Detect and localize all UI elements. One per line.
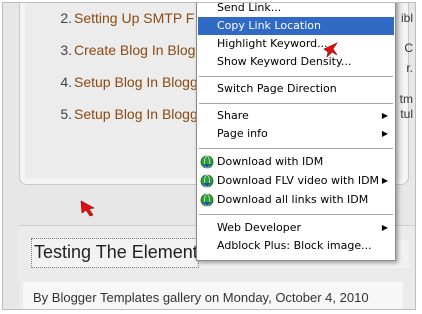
- submenu-arrow-icon: ▶: [381, 111, 388, 120]
- menu-item-label: Copy Link Location: [217, 19, 321, 32]
- idm-download-icon: [200, 155, 214, 169]
- submenu-arrow-icon: ▶: [381, 223, 388, 232]
- menu-item-download-all-links-idm[interactable]: Download all links with IDM: [198, 191, 394, 209]
- menu-item-label: Highlight Keyword...: [217, 37, 328, 50]
- menu-item-download-flv-idm[interactable]: Download FLV video with IDM ▶: [198, 172, 394, 190]
- context-menu: Send Link... Copy Link Location Highligh…: [196, 2, 396, 261]
- menu-item-show-keyword-density[interactable]: Show Keyword Density...: [198, 53, 394, 71]
- browser-page: 2. Setting Up SMTP F 3. Create Blog In B…: [2, 2, 416, 310]
- post-link[interactable]: Setup Blog In Blogg: [74, 74, 198, 90]
- edge-text: ibl: [400, 11, 413, 25]
- post-list: 2. Setting Up SMTP F 3. Create Blog In B…: [60, 10, 198, 138]
- red-arrow-icon: [323, 42, 338, 58]
- idm-download-icon: [200, 174, 214, 188]
- red-arrow-icon: [80, 200, 95, 217]
- menu-item-switch-page-direction[interactable]: Switch Page Direction: [198, 80, 394, 98]
- menu-item-copy-link-location[interactable]: Copy Link Location: [198, 17, 394, 35]
- menu-item-label: Share: [217, 109, 249, 122]
- submenu-arrow-icon: ▶: [381, 176, 388, 185]
- menu-separator: [199, 76, 393, 77]
- list-number: 2.: [60, 10, 72, 26]
- post-title-box[interactable]: Testing The Elements: [31, 238, 207, 268]
- list-item[interactable]: 2. Setting Up SMTP F: [60, 10, 198, 42]
- menu-item-label: Download all links with IDM: [217, 193, 369, 206]
- menu-item-label: Download FLV video with IDM: [217, 174, 380, 187]
- menu-separator: [199, 103, 393, 104]
- menu-item-adblock-block-image[interactable]: Adblock Plus: Block image...: [198, 237, 394, 255]
- menu-separator: [199, 214, 393, 215]
- edge-text: C: [404, 41, 413, 55]
- menu-item-label: Page info: [217, 127, 268, 140]
- menu-separator: [199, 148, 393, 149]
- menu-item-label: Switch Page Direction: [217, 82, 337, 95]
- post-byline: By Blogger Templates gallery on Monday, …: [33, 290, 369, 305]
- edge-text: r.: [406, 61, 413, 75]
- menu-item-label: Download with IDM: [217, 155, 324, 168]
- list-number: 5.: [60, 106, 72, 122]
- menu-item-label: Web Developer: [217, 221, 302, 234]
- menu-item-web-developer[interactable]: Web Developer ▶: [198, 219, 394, 237]
- menu-item-highlight-keyword[interactable]: Highlight Keyword...: [198, 35, 394, 53]
- menu-item-page-info[interactable]: Page info ▶: [198, 125, 394, 143]
- idm-download-icon: [200, 193, 214, 207]
- edge-text: tul: [400, 107, 413, 121]
- edge-text: tm: [399, 92, 413, 106]
- menu-item-send-link[interactable]: Send Link...: [198, 2, 394, 17]
- menu-item-download-with-idm[interactable]: Download with IDM: [198, 153, 394, 171]
- list-item[interactable]: 5. Setup Blog In Blogg: [60, 106, 198, 138]
- list-item[interactable]: 3. Create Blog In Blog: [60, 42, 198, 74]
- list-number: 4.: [60, 74, 72, 90]
- post-link[interactable]: Setup Blog In Blogg: [74, 106, 198, 122]
- list-item[interactable]: 4. Setup Blog In Blogg: [60, 74, 198, 106]
- post-link[interactable]: Create Blog In Blog: [74, 42, 195, 58]
- post-link[interactable]: Setting Up SMTP F: [74, 10, 194, 26]
- menu-item-label: Send Link...: [217, 2, 282, 14]
- menu-item-share[interactable]: Share ▶: [198, 107, 394, 125]
- submenu-arrow-icon: ▶: [381, 129, 388, 138]
- post-title[interactable]: Testing The Elements: [34, 242, 207, 263]
- menu-item-label: Adblock Plus: Block image...: [217, 239, 372, 252]
- list-number: 3.: [60, 42, 72, 58]
